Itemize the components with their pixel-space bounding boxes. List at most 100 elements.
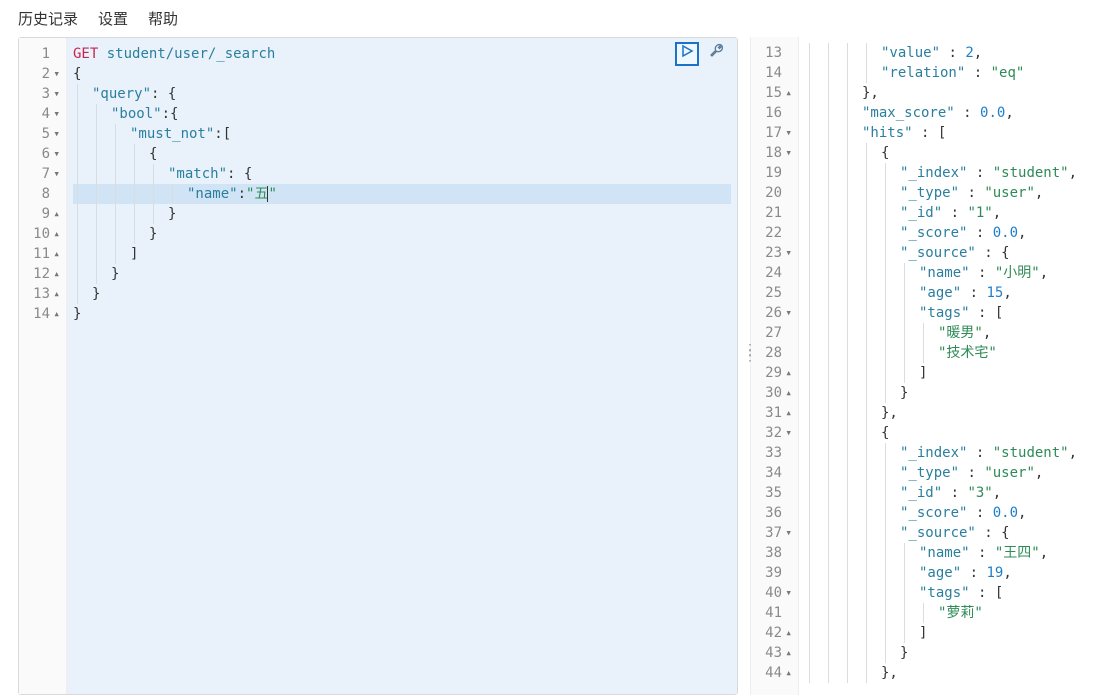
fold-toggle-icon[interactable]: ▾ — [784, 243, 792, 263]
request-code-line[interactable]: "match": { — [73, 164, 731, 184]
fold-toggle-icon[interactable]: ▾ — [52, 144, 60, 164]
fold-toggle-icon[interactable]: ▾ — [784, 523, 792, 543]
request-code-line[interactable]: "name":"五" — [73, 184, 731, 204]
gutter-line: 29▴ — [759, 363, 794, 383]
request-code-line[interactable]: ] — [73, 244, 731, 264]
fold-toggle-icon[interactable]: ▾ — [784, 123, 792, 143]
fold-toggle-icon[interactable]: ▴ — [52, 264, 60, 284]
fold-toggle-icon[interactable]: ▴ — [784, 643, 792, 663]
response-code-line[interactable]: "name" : "小明", — [805, 263, 1110, 283]
line-number: 26 — [765, 303, 782, 323]
response-code-line[interactable]: ] — [805, 623, 1110, 643]
fold-toggle-icon[interactable]: ▴ — [52, 284, 60, 304]
request-code-line[interactable]: } — [73, 204, 731, 224]
request-code-line[interactable]: "must_not":[ — [73, 124, 731, 144]
token-punct: } — [168, 206, 176, 222]
request-code-line[interactable]: GET student/user/_search — [73, 44, 731, 64]
fold-toggle-icon[interactable]: ▾ — [52, 164, 60, 184]
response-code-line[interactable]: "_index" : "student", — [805, 163, 1110, 183]
fold-toggle-icon[interactable]: ▴ — [784, 383, 792, 403]
gutter-line: 9▴ — [27, 204, 62, 224]
response-code-line[interactable]: "age" : 19, — [805, 563, 1110, 583]
response-code-line[interactable]: "max_score" : 0.0, — [805, 103, 1110, 123]
fold-toggle-icon[interactable]: ▴ — [784, 363, 792, 383]
fold-toggle-icon[interactable]: ▾ — [52, 84, 60, 104]
request-code-line[interactable]: } — [73, 264, 731, 284]
fold-toggle-icon[interactable]: ▾ — [784, 143, 792, 163]
gutter-line: 28 — [759, 343, 794, 363]
response-code-line[interactable]: "_source" : { — [805, 523, 1110, 543]
response-code-line[interactable]: "relation" : "eq" — [805, 63, 1110, 83]
fold-toggle-icon[interactable]: ▾ — [784, 583, 792, 603]
token-prop: "query" — [92, 86, 151, 102]
token-punct: : — [955, 105, 980, 121]
menu-history[interactable]: 历史记录 — [18, 8, 78, 29]
token-punct: : — [965, 65, 990, 81]
menu-help[interactable]: 帮助 — [148, 8, 178, 29]
fold-toggle-icon[interactable]: ▴ — [52, 244, 60, 264]
token-punct: , — [974, 45, 982, 61]
fold-toggle-icon[interactable]: ▴ — [784, 623, 792, 643]
fold-toggle-icon[interactable]: ▾ — [784, 303, 792, 323]
response-code-line[interactable]: } — [805, 383, 1110, 403]
request-code-line[interactable]: { — [73, 144, 731, 164]
fold-toggle-icon[interactable]: ▴ — [52, 304, 60, 324]
fold-toggle-icon[interactable]: ▴ — [52, 224, 60, 244]
response-code-line[interactable]: "_type" : "user", — [805, 183, 1110, 203]
request-code-line[interactable]: "query": { — [73, 84, 731, 104]
token-punct: : { — [976, 245, 1010, 261]
response-code-line[interactable]: "tags" : [ — [805, 583, 1110, 603]
fold-toggle-icon[interactable]: ▾ — [52, 104, 60, 124]
fold-toggle-icon[interactable]: ▾ — [52, 124, 60, 144]
request-code-line[interactable]: } — [73, 224, 731, 244]
response-code-line[interactable]: { — [805, 423, 1110, 443]
response-code-line[interactable]: }, — [805, 83, 1110, 103]
request-code-line[interactable]: } — [73, 284, 731, 304]
response-code-line[interactable]: }, — [805, 663, 1110, 683]
response-code-line[interactable]: }, — [805, 403, 1110, 423]
request-code-line[interactable]: } — [73, 304, 731, 324]
response-code-line[interactable]: "_score" : 0.0, — [805, 503, 1110, 523]
token-punct: , — [1018, 505, 1026, 521]
response-code-line[interactable]: "_source" : { — [805, 243, 1110, 263]
response-code-line[interactable]: "name" : "王四", — [805, 543, 1110, 563]
fold-toggle-icon[interactable]: ▴ — [784, 83, 792, 103]
response-code-line[interactable]: "技术宅" — [805, 343, 1110, 363]
response-code-line[interactable]: ] — [805, 363, 1110, 383]
token-prop: "_id" — [900, 205, 942, 221]
menu-settings[interactable]: 设置 — [98, 8, 128, 29]
gutter-line: 30▴ — [759, 383, 794, 403]
response-code-line[interactable]: "age" : 15, — [805, 283, 1110, 303]
response-code-line[interactable]: "_id" : "3", — [805, 483, 1110, 503]
response-code-line[interactable]: "_id" : "1", — [805, 203, 1110, 223]
fold-toggle-icon[interactable]: ▴ — [784, 403, 792, 423]
fold-toggle-icon[interactable]: ▾ — [52, 64, 60, 84]
response-code-line[interactable]: { — [805, 143, 1110, 163]
response-code-line[interactable]: "萝莉" — [805, 603, 1110, 623]
response-code-line[interactable]: } — [805, 643, 1110, 663]
fold-toggle-icon[interactable]: ▾ — [784, 423, 792, 443]
request-code-line[interactable]: "bool":{ — [73, 104, 731, 124]
fold-toggle-icon[interactable]: ▴ — [52, 204, 60, 224]
token-punct: { — [149, 146, 157, 162]
response-code-line[interactable]: "_score" : 0.0, — [805, 223, 1110, 243]
token-prop: "match" — [168, 166, 227, 182]
response-code-line[interactable]: "tags" : [ — [805, 303, 1110, 323]
request-code-line[interactable]: { — [73, 64, 731, 84]
fold-toggle-icon[interactable]: ▴ — [784, 663, 792, 683]
request-code-area[interactable]: GET student/user/_search{"query": {"bool… — [67, 38, 737, 694]
response-code-line[interactable]: "_index" : "student", — [805, 443, 1110, 463]
token-prop: "age" — [919, 285, 961, 301]
token-punct: , — [1069, 445, 1077, 461]
gutter-line: 4▾ — [27, 104, 62, 124]
gutter-line: 27 — [759, 323, 794, 343]
response-code-area[interactable]: "value" : 2,"relation" : "eq"},"max_scor… — [799, 37, 1116, 695]
response-code-line[interactable]: "hits" : [ — [805, 123, 1110, 143]
gutter-line: 26▾ — [759, 303, 794, 323]
pane-splitter[interactable]: ⋮⋮ — [743, 346, 757, 358]
response-code-line[interactable]: "value" : 2, — [805, 43, 1110, 63]
token-punct: ] — [130, 246, 138, 262]
response-code-line[interactable]: "暖男", — [805, 323, 1110, 343]
response-code-line[interactable]: "_type" : "user", — [805, 463, 1110, 483]
gutter-line: 38 — [759, 543, 794, 563]
